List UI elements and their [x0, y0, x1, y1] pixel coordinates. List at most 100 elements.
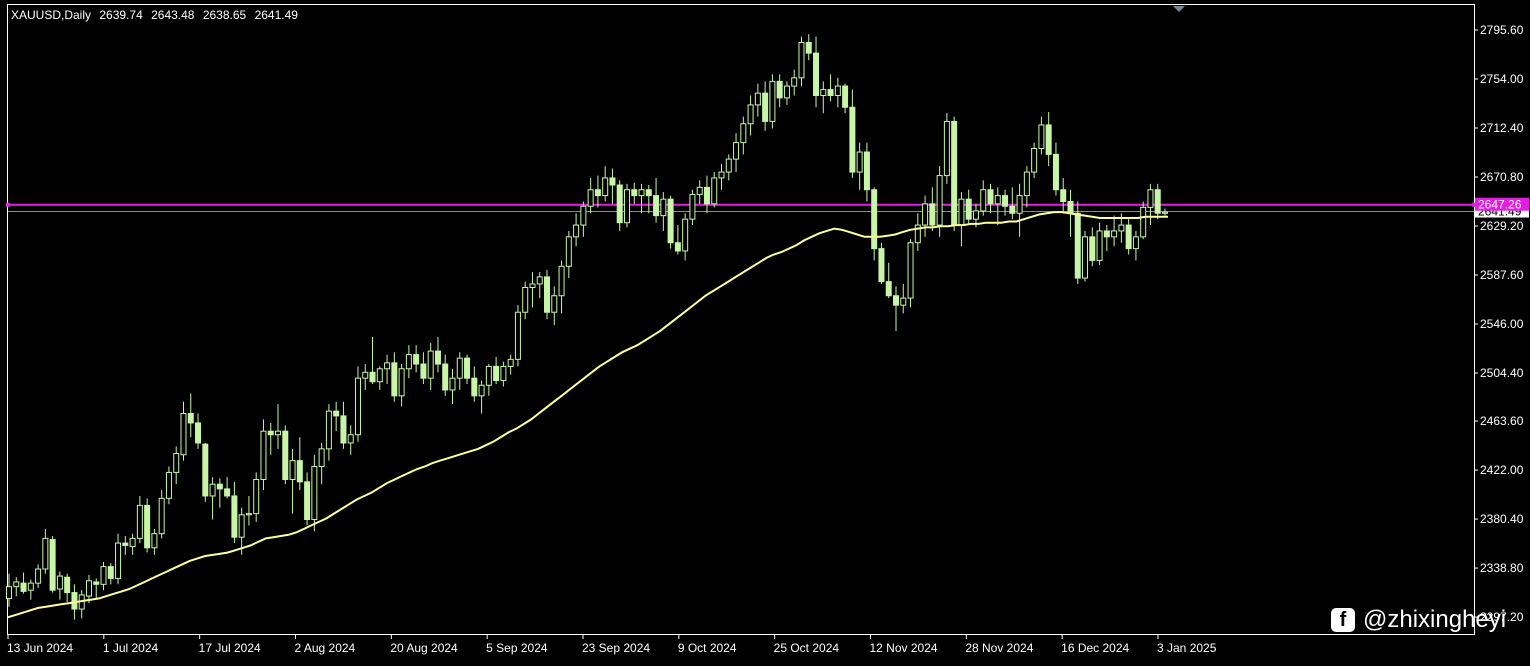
candle-body-bull: [972, 210, 979, 220]
candle-body-bull: [1140, 206, 1147, 238]
line-handle-left[interactable]: [6, 202, 10, 207]
candle-body-bear: [64, 576, 71, 594]
y-tick-label: 2338.80: [1480, 561, 1524, 575]
candle-body-bear: [304, 481, 311, 521]
candle-body-bull: [573, 224, 580, 238]
candle-body-bear: [616, 184, 623, 224]
candle-body-bear: [340, 415, 347, 444]
candle-body-bear: [296, 460, 303, 483]
candle-body-bull: [958, 198, 965, 226]
candle-body-bear: [493, 365, 500, 382]
y-tick-label: 2422.00: [1480, 463, 1524, 477]
x-tick-label: 17 Jul 2024: [199, 641, 261, 655]
candle-body-bear: [609, 177, 616, 186]
candle-body-bull: [740, 123, 747, 144]
candle-body-bull: [318, 448, 325, 468]
candle-body-bull: [27, 582, 34, 591]
candle-body-bear: [776, 80, 783, 99]
candle-body-bull: [514, 311, 521, 360]
candle-body-bear: [805, 41, 812, 54]
candle-body-bull: [623, 189, 630, 224]
candle-body-bull: [536, 276, 543, 285]
y-tick-label: 2463.60: [1480, 414, 1524, 428]
candle-body-bull: [245, 513, 252, 516]
candle-body-bear: [267, 430, 274, 436]
candle-body-bull: [783, 85, 790, 99]
candle-body-bear: [842, 85, 849, 108]
candle-body-bear: [71, 592, 78, 610]
x-tick-label: 2 Aug 2024: [295, 641, 356, 655]
candle-body-bull: [580, 205, 587, 226]
candle-body-bear: [878, 248, 885, 283]
candle-body-bear: [1045, 124, 1052, 155]
x-tick-label: 5 Sep 2024: [486, 641, 548, 655]
watermark: f @zhixingheyi: [1331, 605, 1506, 635]
open-value: 2639.74: [99, 8, 143, 22]
candle-body-bear: [645, 189, 652, 197]
candle-body-bull: [733, 142, 740, 160]
candle-body-bear: [1067, 201, 1074, 214]
candle-body-bull: [936, 175, 943, 226]
candle-body-bull: [798, 41, 805, 79]
candle-body-bull: [260, 430, 267, 480]
candle-body-bear: [871, 189, 878, 250]
x-tick-label: 20 Aug 2024: [390, 641, 458, 655]
candle-body-bear: [929, 203, 936, 226]
symbol-label: XAUUSD,Daily: [11, 8, 92, 22]
symbol-info: XAUUSD,Daily 2639.74 2643.48 2638.65 264…: [11, 8, 303, 22]
candle-body-bear: [413, 354, 420, 365]
candle-body-bull: [769, 80, 776, 122]
candle-body-bull: [158, 497, 165, 535]
candle-body-bear: [216, 483, 223, 490]
y-tick-label: 2795.60: [1480, 23, 1524, 37]
candle-body-bull: [275, 430, 282, 436]
candle-body-bull: [900, 297, 907, 306]
candle-body-bear: [827, 89, 834, 96]
candle-body-bear: [282, 430, 289, 480]
y-tick-label: 2670.80: [1480, 170, 1524, 184]
candle-body-bull: [6, 586, 12, 599]
candle-body-bull: [522, 286, 529, 313]
candle-body-bear: [420, 363, 427, 379]
chart-canvas[interactable]: 2795.60 2754.00 2712.40 2670.80 2629.20 2587.…: [0, 0, 1530, 661]
candle-body-bull: [696, 186, 703, 195]
candle-body-bear: [93, 581, 100, 585]
candle-body-bear: [1103, 230, 1110, 238]
y-tick-label: 2712.40: [1480, 121, 1524, 135]
candle-body-bull: [325, 410, 332, 450]
candle-body-bull: [689, 193, 696, 220]
candle-body-bear: [892, 295, 899, 306]
candle-body-bear: [863, 151, 870, 191]
candle-body-bull: [42, 537, 49, 570]
candle-body-bear: [703, 186, 710, 205]
candle-body-bear: [464, 357, 471, 379]
candle-body-bull: [754, 92, 761, 106]
candle-body-bull: [660, 198, 667, 217]
y-tick-label: 2629.20: [1480, 219, 1524, 233]
candle-body-bull: [922, 203, 929, 226]
high-value: 2643.48: [151, 8, 195, 22]
candle-body-bull: [100, 566, 107, 585]
candle-body-bear: [224, 488, 231, 497]
candle-body-bull: [311, 466, 318, 521]
x-tick-label: 3 Jan 2025: [1157, 641, 1217, 655]
candle-body-bear: [20, 582, 27, 592]
candle-body-bear: [187, 413, 194, 424]
candle-body-bull: [980, 189, 987, 212]
y-tick-label: 2546.00: [1480, 317, 1524, 331]
candle-body-bull: [994, 195, 1001, 205]
x-tick-label: 23 Sep 2024: [582, 641, 650, 655]
candle-body-bear: [951, 120, 958, 226]
candle-body-bull: [565, 236, 572, 267]
x-tick-label: 12 Nov 2024: [870, 641, 938, 655]
candle-body-bull: [478, 384, 485, 397]
candle-body-bull: [209, 483, 216, 497]
candle-body-bear: [813, 52, 820, 96]
candle-body-bull: [1038, 124, 1045, 149]
chart[interactable]: 2795.60 2754.00 2712.40 2670.80 2629.20 2587.…: [0, 0, 1530, 661]
candle-body-bear: [631, 189, 638, 197]
candle-body-bear: [195, 422, 202, 444]
candle-body-bull: [129, 537, 136, 548]
candle-body-bull: [1023, 171, 1030, 197]
candle-body-bull: [856, 151, 863, 173]
